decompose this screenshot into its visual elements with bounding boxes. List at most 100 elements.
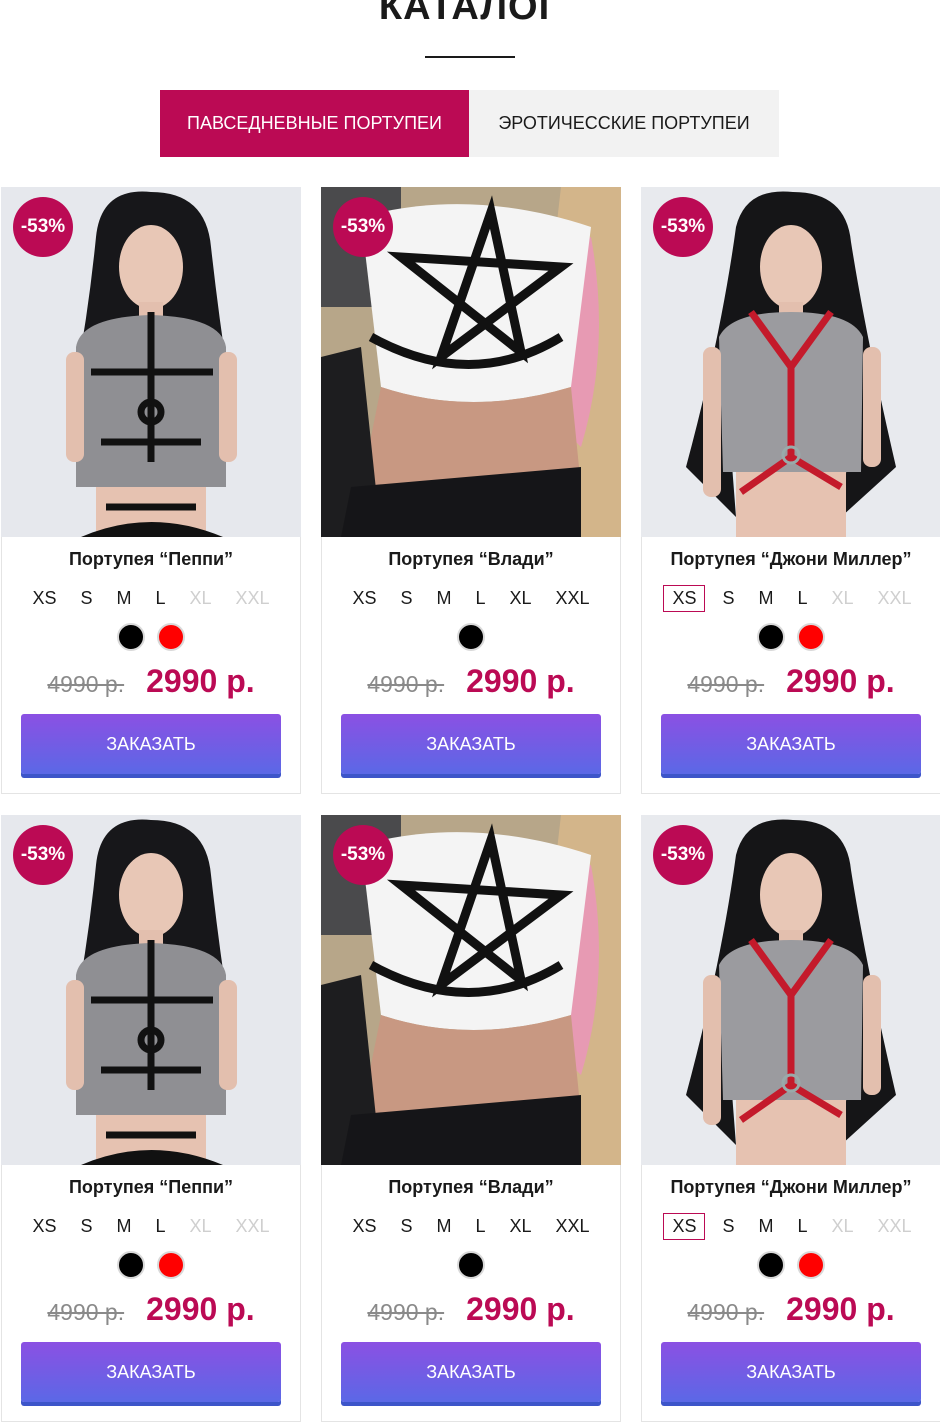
product-card: -53% Портупея “Влади” XS S M L XL XXL 4990 р.… [321, 187, 621, 794]
new-price: 2990 р. [786, 663, 895, 699]
discount-badge: -53% [333, 825, 393, 885]
size-option-xs[interactable]: XS [345, 1213, 383, 1240]
order-button[interactable]: ЗАКАЗАТЬ [21, 1342, 281, 1402]
color-selector [642, 1251, 940, 1279]
size-option-m[interactable]: M [429, 585, 458, 612]
product-name[interactable]: Портупея “Джони Миллер” [642, 1177, 940, 1198]
price-block: 4990 р. 2990 р. [322, 1291, 620, 1328]
color-selector [2, 623, 300, 651]
size-option-l[interactable]: L [790, 585, 814, 612]
size-option-s[interactable]: S [715, 1213, 741, 1240]
size-option-m[interactable]: M [751, 1213, 780, 1240]
size-selector: XS S M L XL XXL [642, 585, 940, 612]
category-tabs: ПАВСЕДНЕВНЫЕ ПОРТУПЕИ ЭРОТИЧЕССКИЕ ПОРТУ… [160, 90, 779, 157]
size-option-xs[interactable]: XS [663, 1213, 706, 1240]
size-option-xl: XL [189, 588, 212, 608]
price-block: 4990 р. 2990 р. [2, 663, 300, 700]
order-button[interactable]: ЗАКАЗАТЬ [341, 1342, 601, 1402]
new-price: 2990 р. [146, 1291, 255, 1327]
size-option-xl[interactable]: XL [502, 1213, 538, 1240]
size-option-xs[interactable]: XS [25, 1213, 63, 1240]
product-name[interactable]: Портупея “Пеппи” [2, 1177, 300, 1198]
size-option-l[interactable]: L [148, 585, 172, 612]
product-name[interactable]: Портупея “Пеппи” [2, 549, 300, 570]
size-option-l[interactable]: L [790, 1213, 814, 1240]
size-option-m[interactable]: M [109, 585, 138, 612]
tab-erotic-harnesses[interactable]: ЭРОТИЧЕССКИЕ ПОРТУПЕИ [469, 90, 779, 157]
size-option-s[interactable]: S [393, 1213, 419, 1240]
size-option-l[interactable]: L [148, 1213, 172, 1240]
size-selector: XS S M L XL XXL [322, 585, 620, 612]
size-option-xs[interactable]: XS [345, 585, 383, 612]
color-selector [322, 1251, 620, 1279]
size-option-s[interactable]: S [73, 585, 99, 612]
size-option-xl: XL [831, 1216, 854, 1236]
order-button[interactable]: ЗАКАЗАТЬ [341, 714, 601, 774]
order-button[interactable]: ЗАКАЗАТЬ [661, 714, 921, 774]
new-price: 2990 р. [466, 663, 575, 699]
old-price: 4990 р. [47, 1299, 125, 1325]
size-option-xxl[interactable]: XXL [549, 585, 597, 612]
size-option-l[interactable]: L [468, 1213, 492, 1240]
order-button[interactable]: ЗАКАЗАТЬ [661, 1342, 921, 1402]
new-price: 2990 р. [466, 1291, 575, 1327]
new-price: 2990 р. [786, 1291, 895, 1327]
size-option-xl: XL [831, 588, 854, 608]
color-selector [322, 623, 620, 651]
old-price: 4990 р. [687, 1299, 765, 1325]
old-price: 4990 р. [367, 1299, 445, 1325]
price-block: 4990 р. 2990 р. [2, 1291, 300, 1328]
size-option-xs[interactable]: XS [25, 585, 63, 612]
size-option-xl[interactable]: XL [502, 585, 538, 612]
old-price: 4990 р. [687, 671, 765, 697]
size-option-xxl: XXL [877, 588, 912, 608]
size-option-s[interactable]: S [393, 585, 419, 612]
size-selector: XS S M L XL XXL [322, 1213, 620, 1240]
size-option-m[interactable]: M [751, 585, 780, 612]
color-selector [642, 623, 940, 651]
size-option-xxl: XXL [235, 1216, 270, 1236]
size-option-s[interactable]: S [73, 1213, 99, 1240]
color-swatch[interactable] [157, 623, 185, 651]
size-selector: XS S M L XL XXL [642, 1213, 940, 1240]
discount-badge: -53% [653, 197, 713, 257]
product-name[interactable]: Портупея “Влади” [322, 1177, 620, 1198]
size-option-m[interactable]: M [109, 1213, 138, 1240]
color-swatch[interactable] [797, 1251, 825, 1279]
size-option-xxl[interactable]: XXL [549, 1213, 597, 1240]
order-button[interactable]: ЗАКАЗАТЬ [21, 714, 281, 774]
discount-badge: -53% [13, 825, 73, 885]
color-swatch[interactable] [157, 1251, 185, 1279]
color-swatch[interactable] [117, 623, 145, 651]
color-swatch[interactable] [797, 623, 825, 651]
old-price: 4990 р. [367, 671, 445, 697]
size-option-s[interactable]: S [715, 585, 741, 612]
size-option-xs[interactable]: XS [663, 585, 706, 612]
discount-badge: -53% [333, 197, 393, 257]
product-card: -53% Портупея “Джони Миллер” XS S M L XL XXL … [641, 187, 940, 794]
tab-everyday-harnesses[interactable]: ПАВСЕДНЕВНЫЕ ПОРТУПЕИ [160, 90, 469, 157]
size-option-xxl: XXL [877, 1216, 912, 1236]
product-name[interactable]: Портупея “Джони Миллер” [642, 549, 940, 570]
size-selector: XS S M L XL XXL [2, 585, 300, 612]
color-swatch[interactable] [757, 623, 785, 651]
size-option-l[interactable]: L [468, 585, 492, 612]
price-block: 4990 р. 2990 р. [642, 663, 940, 700]
size-option-xl: XL [189, 1216, 212, 1236]
color-swatch[interactable] [457, 1251, 485, 1279]
title-underline [425, 56, 515, 58]
color-swatch[interactable] [117, 1251, 145, 1279]
page-title: КАТАЛОГ [378, 0, 562, 28]
price-block: 4990 р. 2990 р. [642, 1291, 940, 1328]
product-card: -53% Портупея “Влади” XS S M L XL XXL 4990 р.… [321, 815, 621, 1422]
new-price: 2990 р. [146, 663, 255, 699]
color-swatch[interactable] [457, 623, 485, 651]
size-option-m[interactable]: M [429, 1213, 458, 1240]
product-name[interactable]: Портупея “Влади” [322, 549, 620, 570]
product-card: -53% Портупея “Пеппи” XS S M L XL XXL 4990 р.… [1, 187, 301, 794]
discount-badge: -53% [13, 197, 73, 257]
color-selector [2, 1251, 300, 1279]
price-block: 4990 р. 2990 р. [322, 663, 620, 700]
product-card: -53% Портупея “Джони Миллер” XS S M L XL XXL … [641, 815, 940, 1422]
color-swatch[interactable] [757, 1251, 785, 1279]
